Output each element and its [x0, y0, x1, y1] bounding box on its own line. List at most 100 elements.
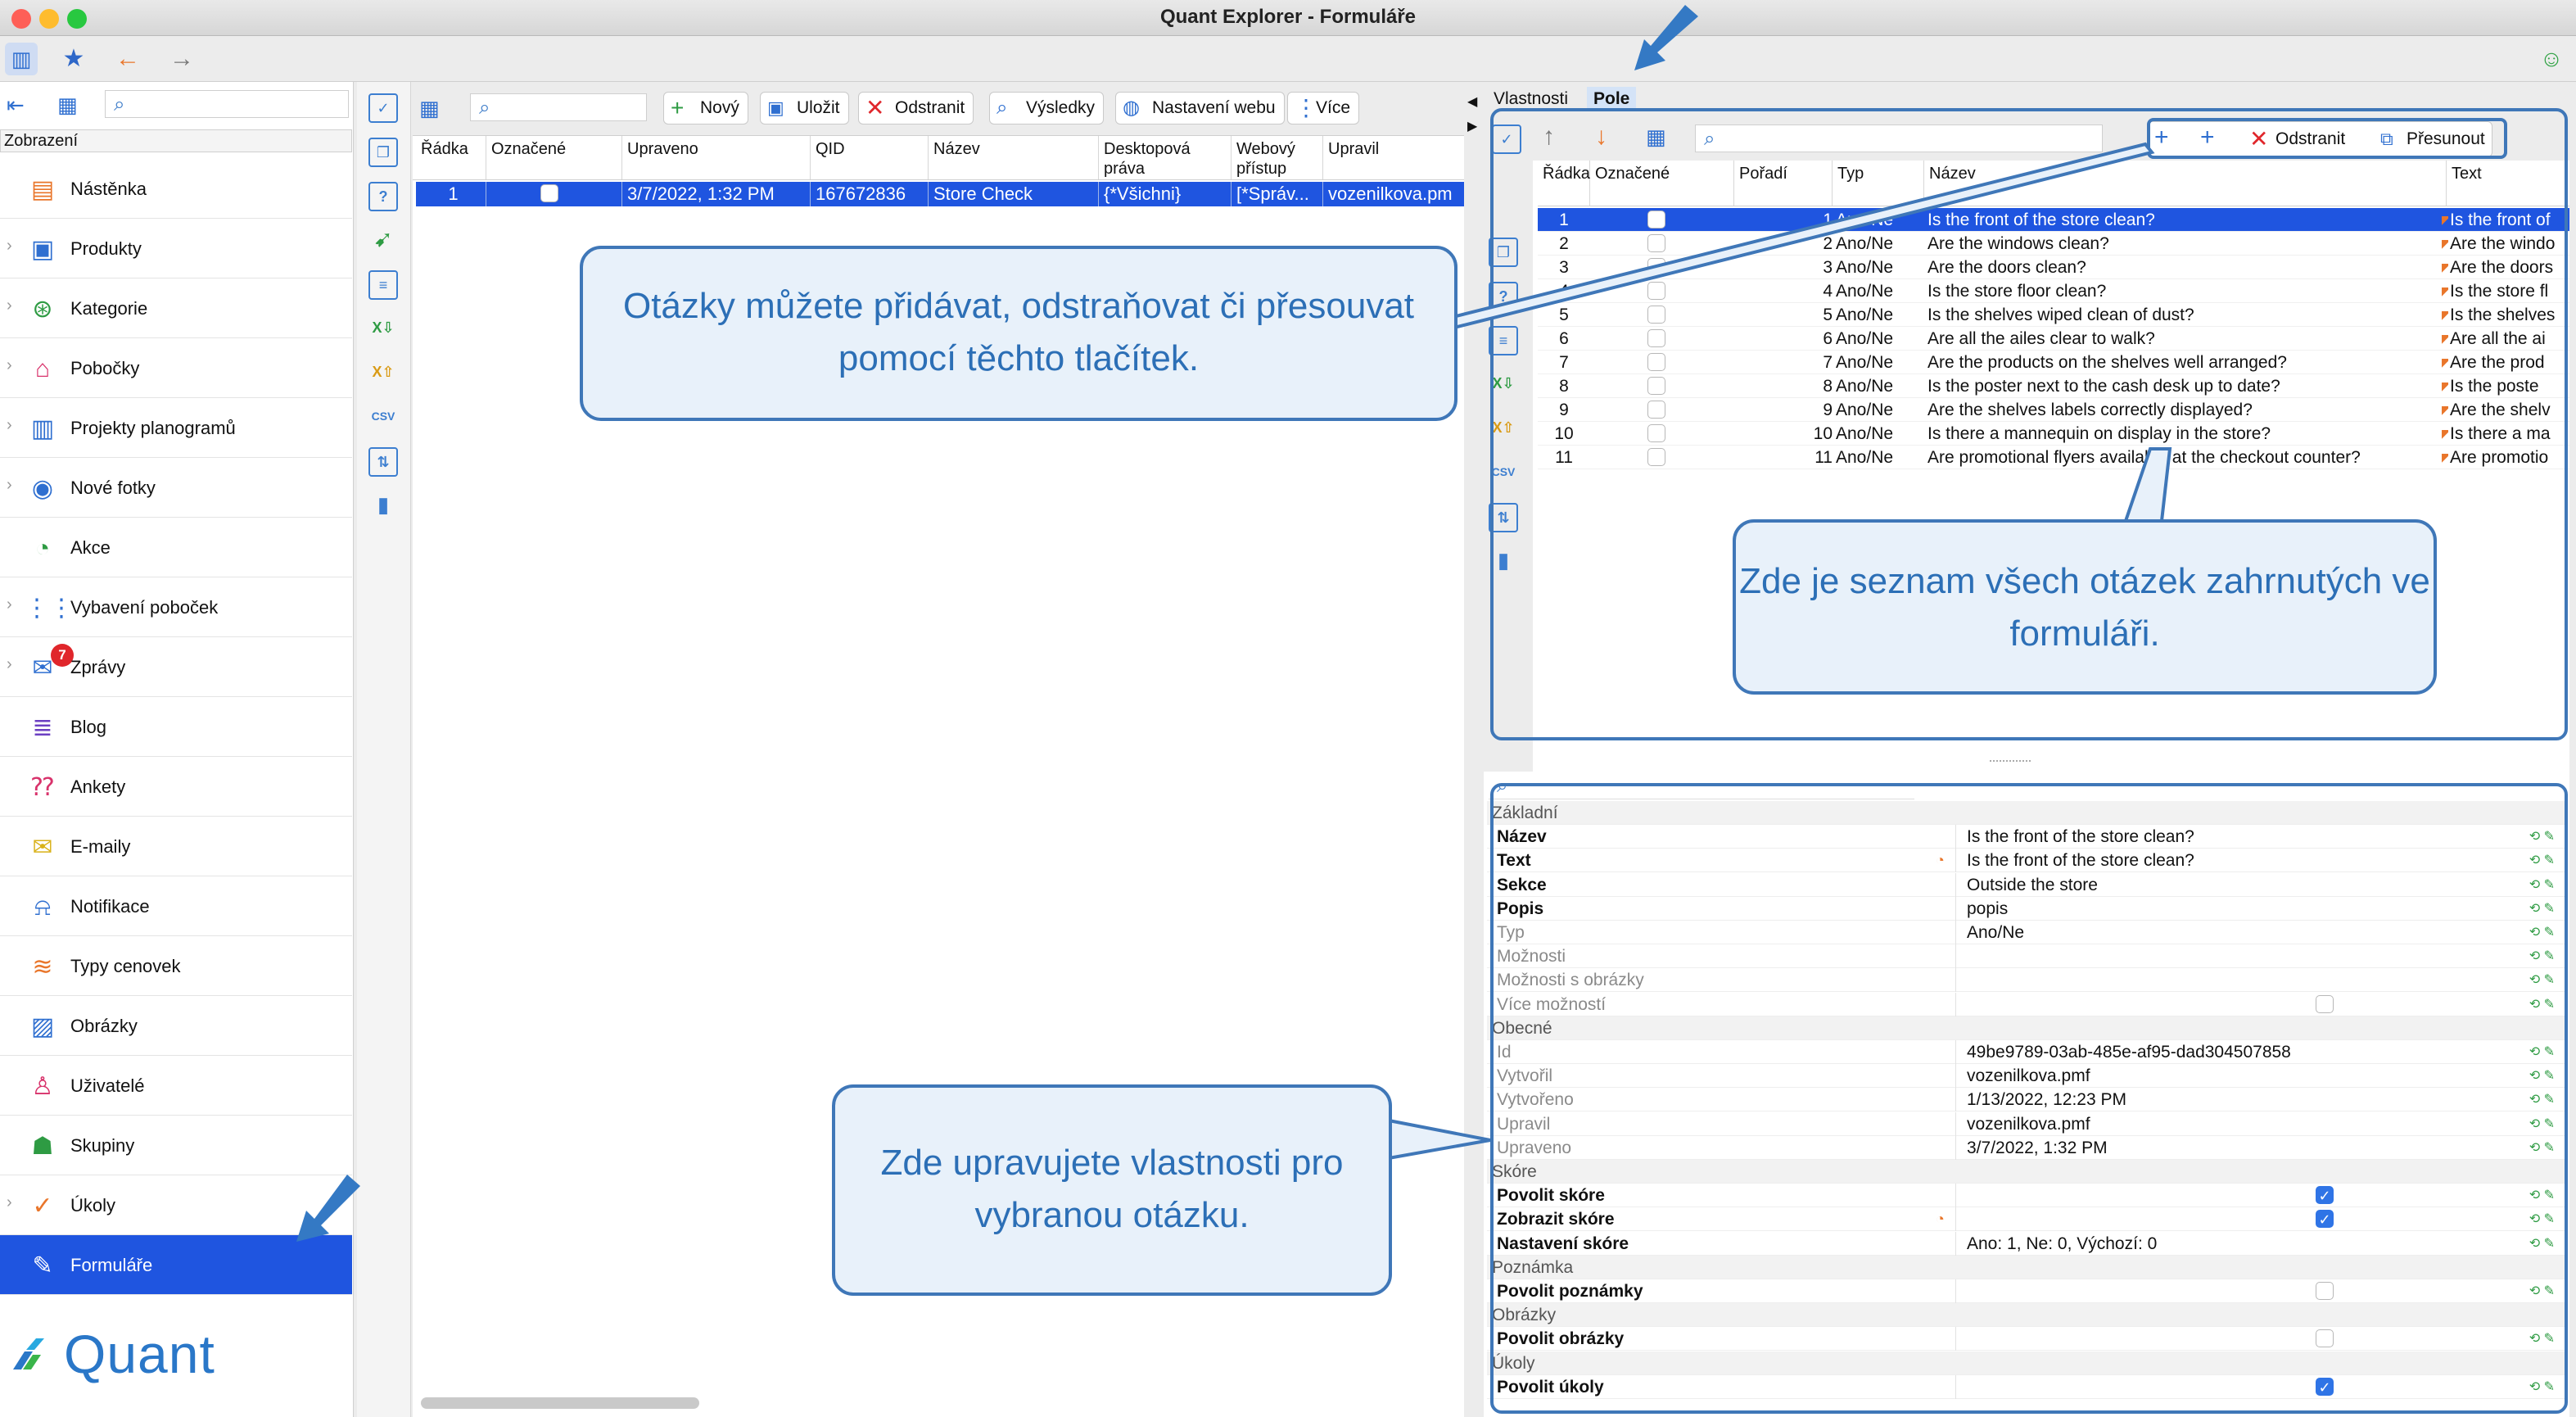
- table-row[interactable]: 6 6 Ano/Ne Are all the ailes clear to walk?…: [1538, 327, 2569, 351]
- save-button[interactable]: ▣ Uložit: [760, 92, 849, 124]
- sidebar-item[interactable]: ≣ Blog: [0, 697, 352, 757]
- row-checkbox[interactable]: [540, 184, 558, 202]
- property-row[interactable]: Povolit skóre ✓ ⟲ ✎: [1487, 1184, 2568, 1208]
- sidebar-item[interactable]: ▤ Nástěnka: [0, 159, 352, 219]
- chevron-right-icon[interactable]: ›: [7, 595, 12, 614]
- tab-properties[interactable]: Vlastnosti: [1487, 87, 1575, 111]
- excel-export-icon[interactable]: X⇩: [368, 315, 398, 344]
- row-checkbox[interactable]: [1647, 234, 1665, 252]
- chevron-right-icon[interactable]: ›: [7, 476, 12, 495]
- property-row[interactable]: Typ Ano/Ne ⟲ ✎: [1487, 921, 2568, 944]
- sidebar-item[interactable]: ⍾ Notifikace: [0, 876, 352, 936]
- collapse-left-icon[interactable]: ◀: [1467, 93, 1477, 110]
- sidebar-item[interactable]: › ⋮⋮ Vybavení poboček: [0, 577, 352, 637]
- table-row[interactable]: 44Ano/NeIs the store floor clean?◤Is the…: [1538, 279, 2569, 303]
- property-value[interactable]: 1/13/2022, 12:23 PM: [1967, 1088, 2126, 1111]
- property-row[interactable]: Povolit obrázky ⟲ ✎: [1487, 1327, 2568, 1351]
- property-actions-icon[interactable]: ⟲ ✎: [2529, 1136, 2555, 1160]
- column-header[interactable]: Upraveno: [622, 136, 811, 179]
- row-checkbox[interactable]: [1647, 353, 1665, 371]
- column-header[interactable]: Řádka: [416, 136, 486, 179]
- property-value[interactable]: Is the front of the store clean?: [1967, 825, 2194, 849]
- column-header[interactable]: Pořadí: [1734, 161, 1833, 206]
- property-checkbox[interactable]: [2316, 1282, 2334, 1300]
- forward-arrow-icon[interactable]: →: [165, 43, 198, 75]
- sidebar-item[interactable]: ✉ E-maily: [0, 817, 352, 876]
- table-row[interactable]: 22Ano/NeAre the windows clean?◤Are the w…: [1538, 232, 2569, 256]
- property-value[interactable]: vozenilkova.pmf: [1967, 1064, 2090, 1088]
- copy-icon[interactable]: ❐: [1489, 238, 1518, 267]
- sidebar-item[interactable]: › ◉ Nové fotky: [0, 458, 352, 518]
- property-value[interactable]: Outside the store: [1967, 873, 2098, 897]
- move-down-arrow-icon[interactable]: ↓: [1595, 123, 1607, 151]
- chevron-right-icon[interactable]: ›: [7, 655, 12, 674]
- sidebar-item[interactable]: ☗ Skupiny: [0, 1116, 352, 1175]
- table-row[interactable]: 9 9 Ano/Ne Are the shelves labels correctly…: [1538, 398, 2569, 422]
- property-value[interactable]: Ano: 1, Ne: 0, Výchozí: 0: [1967, 1232, 2157, 1256]
- property-row[interactable]: Upraveno 3/7/2022, 1:32 PM ⟲ ✎: [1487, 1135, 2568, 1160]
- navigation-search-input[interactable]: ⌕: [105, 90, 349, 118]
- excel-export-icon[interactable]: X⇩: [1489, 370, 1518, 400]
- view-settings-icon[interactable]: ▦: [57, 90, 87, 120]
- chart-icon[interactable]: ▮: [1489, 547, 1518, 577]
- property-row[interactable]: Možnosti s obrázky ⟲ ✎: [1487, 968, 2568, 993]
- property-row[interactable]: Možnosti ⟲ ✎: [1487, 944, 2568, 969]
- property-row[interactable]: Popis popis ⟲ ✎: [1487, 896, 2568, 921]
- column-header[interactable]: Upravil: [1323, 136, 1464, 179]
- row-checkbox[interactable]: [1647, 282, 1665, 300]
- column-header[interactable]: Označené: [486, 136, 622, 179]
- table-row[interactable]: 7 7 Ano/Ne Are the products on the shelves …: [1538, 351, 2569, 374]
- chevron-right-icon[interactable]: ›: [7, 1193, 12, 1212]
- sidebar-item[interactable]: ≋ Typy cenovek: [0, 936, 352, 996]
- collapse-right-icon[interactable]: ▶: [1467, 118, 1477, 134]
- property-value[interactable]: popis: [1967, 897, 2008, 921]
- row-checkbox[interactable]: [1647, 329, 1665, 347]
- sidebar-item[interactable]: › ▥ Projekty planogramů: [0, 398, 352, 458]
- csv-icon[interactable]: CSV: [368, 403, 398, 432]
- column-header[interactable]: Název: [1924, 161, 2447, 206]
- columns-icon[interactable]: ▦: [1646, 124, 1666, 150]
- property-actions-icon[interactable]: ⟲ ✎: [2529, 873, 2555, 897]
- reset-icon[interactable]: ◔: [1936, 1207, 1945, 1231]
- reset-icon[interactable]: ◔: [1936, 849, 1945, 872]
- insert-field-icon[interactable]: +: [2154, 124, 2169, 152]
- column-header[interactable]: Text: [2447, 161, 2569, 206]
- sidebar-toggle-icon[interactable]: ▥: [5, 43, 38, 75]
- chevron-right-icon[interactable]: ›: [7, 356, 12, 375]
- property-actions-icon[interactable]: ⟲ ✎: [2529, 1064, 2555, 1088]
- table-row[interactable]: 5 5 Ano/Ne Is the shelves wiped clean of du…: [1538, 303, 2569, 327]
- forms-search-input[interactable]: ⌕: [470, 93, 647, 121]
- copy-icon[interactable]: ❐: [368, 138, 398, 167]
- property-actions-icon[interactable]: ⟲ ✎: [2529, 1232, 2555, 1256]
- more-button[interactable]: ⋮ Více: [1287, 92, 1360, 124]
- row-checkbox[interactable]: [1647, 211, 1665, 229]
- excel-import-icon[interactable]: X⇧: [368, 359, 398, 388]
- sidebar-item[interactable]: ✎ Formuláře: [0, 1235, 352, 1295]
- property-actions-icon[interactable]: ⟲ ✎: [2529, 897, 2555, 921]
- property-value[interactable]: Is the front of the store clean?: [1967, 849, 2194, 872]
- property-actions-icon[interactable]: ⟲ ✎: [2529, 1040, 2555, 1064]
- property-actions-icon[interactable]: ⟲ ✎: [2529, 1088, 2555, 1111]
- sidebar-item[interactable]: › ✓ Úkoly: [0, 1175, 352, 1235]
- property-row[interactable]: Více možností ⟲ ✎: [1487, 992, 2568, 1016]
- property-actions-icon[interactable]: ⟲ ✎: [2529, 921, 2555, 944]
- property-checkbox[interactable]: ✓: [2316, 1186, 2334, 1205]
- document-icon[interactable]: ≡: [368, 270, 398, 300]
- property-actions-icon[interactable]: ⟲ ✎: [2529, 825, 2555, 849]
- web-settings-button[interactable]: ◍ Nastavení webu: [1115, 92, 1285, 124]
- row-checkbox[interactable]: [1647, 401, 1665, 419]
- sidebar-item[interactable]: ▨ Obrázky: [0, 996, 352, 1056]
- property-row[interactable]: Id 49be9789-03ab-485e-af95-dad304507858 ⟲ …: [1487, 1040, 2568, 1064]
- property-actions-icon[interactable]: ⟲ ✎: [2529, 968, 2555, 992]
- property-actions-icon[interactable]: ⟲ ✎: [2529, 1375, 2555, 1399]
- back-arrow-icon[interactable]: ←: [111, 43, 144, 75]
- property-actions-icon[interactable]: ⟲ ✎: [2529, 993, 2555, 1016]
- property-row[interactable]: Sekce Outside the store ⟲ ✎: [1487, 872, 2568, 897]
- horizontal-scrollbar[interactable]: [421, 1397, 699, 1409]
- property-row[interactable]: Zobrazit skóre ◔ ✓ ⟲ ✎: [1487, 1207, 2568, 1232]
- checklist-icon[interactable]: ✓: [1492, 124, 1521, 154]
- property-row[interactable]: Vytvořeno 1/13/2022, 12:23 PM ⟲ ✎: [1487, 1088, 2568, 1112]
- table-row[interactable]: 10 10 Ano/Ne Is there a mannequin on displa…: [1538, 422, 2569, 446]
- column-header[interactable]: Řádka: [1538, 161, 1590, 206]
- property-actions-icon[interactable]: ⟲ ✎: [2529, 1279, 2555, 1303]
